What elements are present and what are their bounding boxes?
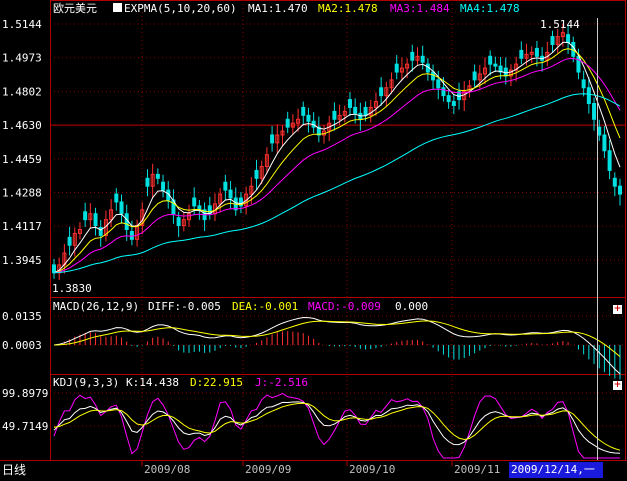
y-tick-label-6: 1.4117 bbox=[2, 220, 42, 233]
ma1-label: MA1:1.470 bbox=[248, 2, 308, 15]
kdj-d-label: D:22.915 bbox=[190, 376, 243, 389]
candle-body bbox=[254, 169, 259, 179]
candle-body bbox=[332, 110, 337, 120]
period-label[interactable]: 日线 bbox=[0, 462, 32, 479]
ema-line-4 bbox=[53, 93, 621, 274]
ema-line-3 bbox=[53, 57, 621, 274]
candle-body bbox=[519, 49, 524, 59]
month-label-1: 2009/09 bbox=[245, 463, 291, 476]
y-tick-label-0: 1.5144 bbox=[2, 18, 42, 31]
macd-diff-line bbox=[53, 316, 621, 375]
candle-body bbox=[124, 213, 129, 230]
kdj-y-tick-label-0: 99.8979 bbox=[2, 387, 48, 400]
kdj-y-tick-label-1: 49.7149 bbox=[2, 420, 48, 433]
grid-lines bbox=[50, 0, 626, 460]
candle-body bbox=[618, 185, 622, 195]
candle-body bbox=[493, 63, 498, 67]
macd-extra-label: 0.000 bbox=[395, 300, 428, 313]
candle-body bbox=[394, 63, 399, 73]
macd-dea-label: DEA:-0.001 bbox=[232, 300, 298, 313]
kdj-k-line bbox=[53, 401, 621, 454]
ma4-label: MA4:1.478 bbox=[460, 2, 520, 15]
y-tick-label-3: 1.4630 bbox=[2, 119, 42, 132]
candle-body bbox=[581, 79, 586, 89]
stock-chart[interactable]: 1.5144 1.4973 1.4802 1.4630 1.4459 1.4288 1.41… bbox=[0, 0, 627, 481]
candle-body bbox=[534, 47, 539, 57]
candle-body bbox=[436, 79, 441, 89]
candle-body bbox=[285, 118, 290, 128]
kdj-j-label: J:-2.516 bbox=[255, 376, 308, 389]
month-label-0: 2009/08 bbox=[144, 463, 190, 476]
y-tick-label-5: 1.4288 bbox=[2, 186, 42, 199]
y-tick-label-2: 1.4802 bbox=[2, 85, 42, 98]
candle-body bbox=[607, 150, 612, 171]
kdj-title: KDJ(9,3,3) bbox=[53, 376, 119, 389]
candle-body bbox=[353, 106, 358, 114]
candle-body bbox=[223, 181, 228, 191]
candle-body bbox=[145, 177, 150, 187]
candle-body bbox=[52, 264, 56, 274]
candle-body bbox=[602, 134, 607, 152]
candle-body bbox=[597, 126, 602, 136]
ma2-label: MA2:1.478 bbox=[318, 2, 378, 15]
candle-body bbox=[306, 114, 311, 122]
candle-body bbox=[420, 55, 425, 63]
candle-body bbox=[83, 211, 88, 221]
macd-y-tick-label-0: 0.0135 bbox=[2, 310, 42, 323]
macd-expand-icon[interactable]: + bbox=[613, 305, 622, 314]
candle-body bbox=[301, 106, 306, 116]
candle-body bbox=[347, 99, 352, 108]
candle-body bbox=[93, 213, 98, 227]
candle-body bbox=[446, 95, 451, 103]
macd-value-label: MACD:-0.009 bbox=[308, 300, 381, 313]
kdj-expand-icon[interactable]: + bbox=[613, 381, 622, 390]
ma3-label: MA3:1.484 bbox=[390, 2, 450, 15]
expma-title: EXPMA(5,10,20,60) bbox=[124, 2, 237, 15]
candle-body bbox=[119, 201, 124, 215]
candle-body bbox=[176, 217, 181, 227]
candle-body bbox=[488, 55, 493, 65]
candle-body bbox=[586, 87, 591, 105]
x-axis-month-labels: 2009/08 2009/09 2009/10 2009/11 bbox=[141, 460, 500, 476]
macd-dea-line bbox=[53, 320, 621, 357]
candlesticks bbox=[52, 23, 622, 281]
candle-body bbox=[114, 193, 119, 203]
macd-title: MACD(26,12,9) bbox=[53, 300, 139, 313]
candle-body bbox=[155, 173, 160, 179]
symbol-label: 欧元美元 bbox=[53, 2, 97, 15]
candle-body bbox=[270, 134, 275, 144]
main-panel-frame bbox=[50, 0, 626, 298]
macd-series bbox=[53, 316, 621, 380]
candle-body bbox=[379, 87, 384, 97]
candle-body bbox=[410, 51, 415, 61]
kdj-k-label: K:14.438 bbox=[126, 376, 179, 389]
high-marker-label: 1.5144 bbox=[540, 18, 580, 31]
candle-body bbox=[503, 67, 508, 77]
candle-body bbox=[228, 189, 233, 199]
y-axis-labels: 1.5144 1.4973 1.4802 1.4630 1.4459 1.4288 1.41… bbox=[2, 18, 48, 433]
expma-toggle-icon[interactable] bbox=[113, 3, 122, 12]
month-label-2: 2009/10 bbox=[349, 463, 395, 476]
candle-body bbox=[550, 36, 555, 45]
candle-body bbox=[129, 230, 134, 240]
candle-body bbox=[431, 71, 436, 81]
candle-body bbox=[472, 71, 477, 81]
candle-body bbox=[592, 103, 597, 120]
y-tick-label-1: 1.4973 bbox=[2, 52, 42, 65]
candle-body bbox=[67, 236, 72, 246]
macd-y-tick-label-1: 0.0003 bbox=[2, 339, 42, 352]
candle-body bbox=[192, 197, 197, 207]
month-label-3: 2009/11 bbox=[454, 463, 500, 476]
candle-body bbox=[566, 34, 571, 44]
candle-body bbox=[451, 101, 456, 106]
low-marker-label: 1.3830 bbox=[52, 282, 92, 295]
candle-body bbox=[612, 177, 617, 187]
candle-body bbox=[363, 106, 368, 116]
candle-body bbox=[441, 87, 446, 97]
y-tick-label-4: 1.4459 bbox=[2, 153, 42, 166]
macd-diff-label: DIFF:-0.005 bbox=[148, 300, 221, 313]
y-tick-label-7: 1.3945 bbox=[2, 254, 42, 267]
cursor-date: 2009/12/14,一 bbox=[509, 462, 603, 478]
candle-body bbox=[161, 181, 166, 191]
